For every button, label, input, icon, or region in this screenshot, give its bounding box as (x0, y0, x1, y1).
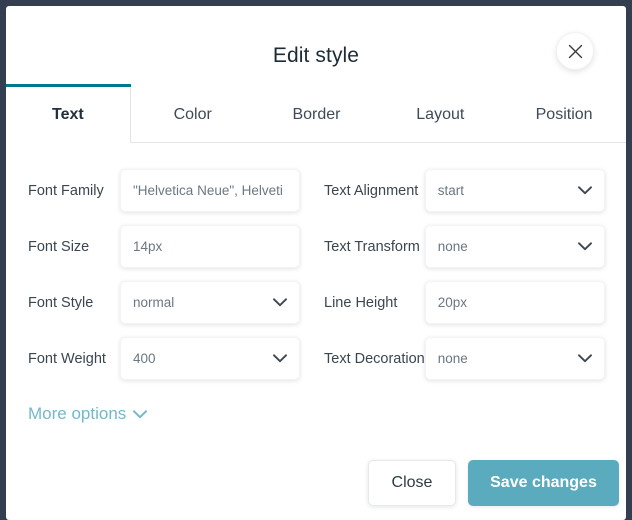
line-height-value: 20px (437, 295, 468, 310)
text-alignment-select[interactable]: start (424, 169, 605, 212)
font-family-value: "Helvetica Neue", Helveti (133, 183, 283, 198)
font-size-value: 14px (133, 239, 163, 254)
text-alignment-value: start (437, 183, 465, 198)
text-decoration-label: Text Decoration (324, 350, 425, 367)
tab-text[interactable]: Text (6, 84, 131, 143)
font-family-input[interactable]: "Helvetica Neue", Helveti (120, 169, 300, 212)
more-options-label: More options (28, 404, 127, 423)
edit-style-dialog: Edit style Text Color Border Layout Posi… (6, 6, 626, 520)
chevron-down-icon (133, 404, 148, 424)
font-size-label: Font Size (28, 238, 90, 255)
tab-color[interactable]: Color (131, 84, 255, 143)
font-weight-select[interactable]: 400 (120, 337, 300, 380)
dialog-footer: Close Save changes (368, 460, 619, 506)
tab-label: Border (292, 106, 341, 123)
text-transform-label: Text Transform (324, 238, 420, 255)
tab-border[interactable]: Border (255, 84, 379, 143)
chevron-down-icon (273, 350, 287, 368)
line-height-input[interactable]: 20px (424, 281, 605, 324)
close-button[interactable]: Close (368, 460, 456, 506)
chevron-down-icon (577, 350, 592, 368)
line-height-label: Line Height (324, 294, 398, 311)
tab-layout[interactable]: Layout (378, 84, 502, 143)
tab-label: Layout (416, 106, 465, 123)
style-tabs: Text Color Border Layout Position (6, 84, 626, 143)
font-style-value: normal (133, 295, 175, 310)
chevron-down-icon (577, 238, 592, 256)
chevron-down-icon (273, 294, 287, 312)
save-changes-button[interactable]: Save changes (468, 460, 619, 506)
text-transform-value: none (437, 239, 468, 254)
font-size-input[interactable]: 14px (120, 225, 300, 268)
text-decoration-value: none (437, 351, 468, 366)
text-decoration-select[interactable]: none (424, 337, 605, 380)
save-changes-label: Save changes (490, 474, 597, 491)
close-dialog-button[interactable] (556, 32, 594, 70)
tab-label: Position (535, 106, 593, 123)
dialog-title: Edit style (272, 44, 360, 67)
font-weight-label: Font Weight (28, 350, 106, 367)
tab-label: Text (52, 105, 84, 123)
more-options-toggle[interactable]: More options (28, 404, 148, 424)
font-weight-value: 400 (133, 351, 156, 366)
close-button-label: Close (391, 474, 433, 491)
close-x-icon (568, 44, 583, 59)
text-transform-select[interactable]: none (424, 225, 605, 268)
text-style-form: Font Family "Helvetica Neue", Helveti Te… (6, 143, 626, 380)
font-style-select[interactable]: normal (120, 281, 300, 324)
chevron-down-icon (577, 182, 592, 200)
dialog-header: Edit style (6, 6, 626, 84)
tab-position[interactable]: Position (502, 84, 626, 143)
font-family-label: Font Family (28, 182, 104, 199)
tab-label: Color (173, 106, 212, 123)
font-style-label: Font Style (28, 294, 94, 311)
text-alignment-label: Text Alignment (324, 182, 419, 199)
